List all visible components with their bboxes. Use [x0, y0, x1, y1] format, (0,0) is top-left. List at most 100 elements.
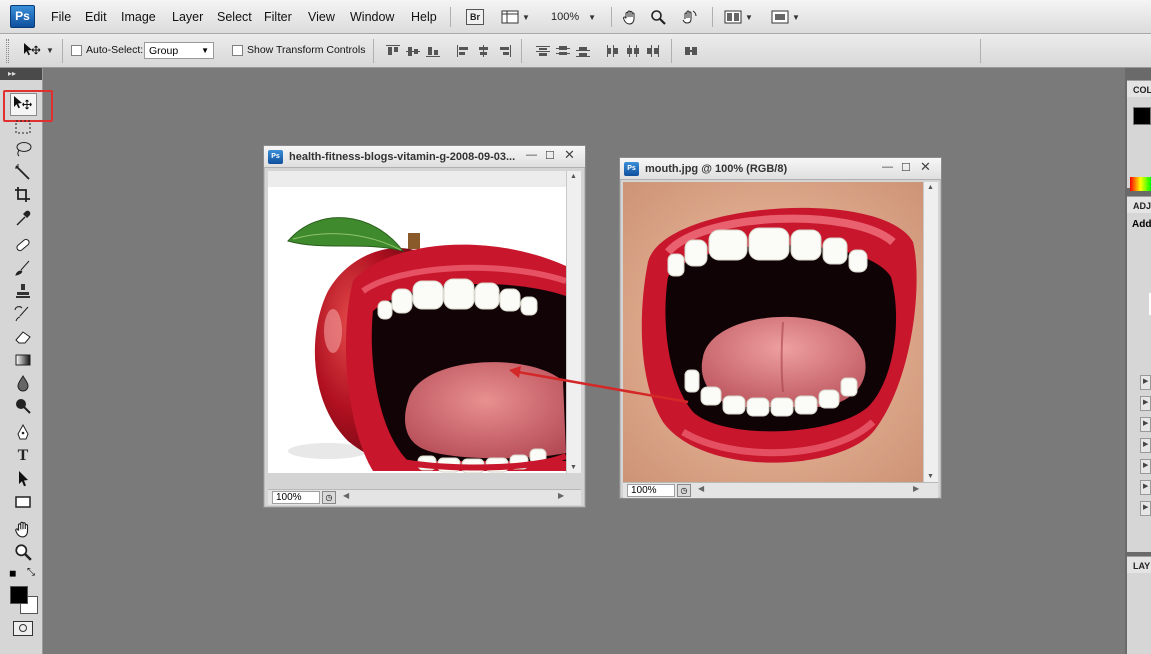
show-transform-controls-checkbox[interactable]: Show Transform Controls: [232, 44, 365, 56]
scroll-left-icon[interactable]: ◀: [698, 484, 704, 493]
collapse-toolbox-icon[interactable]: ▸▸: [0, 68, 42, 80]
crop-icon[interactable]: [12, 186, 34, 206]
adjustment-preset-row[interactable]: [1140, 417, 1151, 432]
move-tool-icon[interactable]: [12, 94, 34, 114]
zoom-level-dropdown[interactable]: 100% ▼: [551, 8, 596, 26]
adjustment-preset-row[interactable]: [1140, 438, 1151, 453]
document-canvas[interactable]: [623, 182, 923, 482]
auto-select-checkbox[interactable]: Auto-Select:: [71, 44, 143, 56]
menu-edit[interactable]: Edit: [85, 10, 107, 24]
color-ramp[interactable]: [1130, 177, 1151, 191]
distribute-top-edges-icon[interactable]: [536, 45, 550, 57]
minimize-icon[interactable]: —: [882, 161, 893, 173]
menu-file[interactable]: File: [51, 10, 71, 24]
layers-panel-tab[interactable]: LAY: [1127, 557, 1151, 573]
extras-button[interactable]: ▼: [501, 8, 530, 26]
healing-brush-icon[interactable]: [12, 236, 34, 256]
arrange-documents-button[interactable]: ▼: [724, 8, 753, 26]
align-top-edges-icon[interactable]: [386, 45, 400, 57]
marquee-icon[interactable]: [12, 118, 34, 138]
menu-view[interactable]: View: [308, 10, 335, 24]
photoshop-logo[interactable]: Ps: [10, 5, 35, 28]
color-panel-foreground-swatch[interactable]: [1133, 107, 1151, 125]
quick-mask-icon[interactable]: [13, 621, 33, 636]
zoom-field[interactable]: 100%: [272, 491, 320, 504]
adjustment-preset-row[interactable]: [1140, 501, 1151, 516]
checkbox-box[interactable]: [232, 44, 243, 56]
eyedropper-icon[interactable]: [12, 209, 34, 229]
menu-select[interactable]: Select: [217, 10, 252, 24]
bridge-button[interactable]: Br: [466, 8, 484, 26]
zoom-field[interactable]: 100%: [627, 484, 675, 497]
magic-wand-icon[interactable]: [12, 163, 34, 183]
hand-icon[interactable]: [12, 520, 34, 540]
maximize-icon[interactable]: ☐: [545, 149, 555, 162]
document-title-bar[interactable]: Ps mouth.jpg @ 100% (RGB/8) — ☐ ✕: [620, 158, 941, 180]
menu-help[interactable]: Help: [411, 10, 437, 24]
path-selection-icon[interactable]: [12, 470, 34, 490]
vertical-scrollbar[interactable]: ▲ ▼: [923, 182, 938, 482]
menu-window[interactable]: Window: [350, 10, 394, 24]
distribute-bottom-edges-icon[interactable]: [576, 45, 590, 57]
scroll-up-icon[interactable]: ▲: [927, 184, 934, 191]
align-horizontal-centers-icon[interactable]: [477, 45, 491, 57]
brush-icon[interactable]: [12, 259, 34, 279]
scroll-right-icon[interactable]: ▶: [558, 491, 564, 500]
close-icon[interactable]: ✕: [564, 147, 575, 163]
distribute-left-edges-icon[interactable]: [606, 45, 620, 57]
scroll-right-icon[interactable]: ▶: [913, 484, 919, 493]
scroll-down-icon[interactable]: ▼: [927, 473, 934, 480]
maximize-icon[interactable]: ☐: [901, 161, 911, 174]
swap-colors-icon[interactable]: ⤡: [27, 567, 35, 578]
align-vertical-centers-icon[interactable]: [406, 45, 420, 57]
auto-align-layers-icon[interactable]: [684, 45, 698, 57]
align-right-edges-icon[interactable]: [497, 45, 511, 57]
foreground-color-swatch[interactable]: [10, 586, 28, 604]
scroll-left-icon[interactable]: ◀: [343, 491, 349, 500]
type-icon[interactable]: T: [12, 447, 34, 467]
rotate-view-button[interactable]: [680, 8, 698, 26]
align-left-edges-icon[interactable]: [457, 45, 471, 57]
zoom-icon[interactable]: [12, 543, 34, 563]
document-window-apple[interactable]: Ps health-fitness-blogs-vitamin-g-2008-0…: [263, 145, 586, 508]
adjustments-panel-tab[interactable]: ADJ: [1127, 197, 1151, 213]
color-panel-tab[interactable]: COL: [1127, 81, 1151, 97]
adjustment-preset-row[interactable]: [1140, 480, 1151, 495]
menu-layer[interactable]: Layer: [172, 10, 203, 24]
checkbox-box[interactable]: [71, 44, 82, 56]
distribute-horizontal-centers-icon[interactable]: [626, 45, 640, 57]
document-title-bar[interactable]: Ps health-fitness-blogs-vitamin-g-2008-0…: [264, 146, 585, 168]
tool-preset-picker[interactable]: ▼: [22, 42, 54, 58]
status-info-icon[interactable]: ◷: [677, 484, 691, 497]
menu-image[interactable]: Image: [121, 10, 156, 24]
adjustment-preset-row[interactable]: [1140, 396, 1151, 411]
adjustment-preset-row[interactable]: [1140, 459, 1151, 474]
menu-filter[interactable]: Filter: [264, 10, 292, 24]
vertical-scrollbar[interactable]: ▲ ▼: [566, 171, 581, 473]
options-grip[interactable]: [6, 39, 9, 63]
eraser-icon[interactable]: [12, 328, 34, 348]
blur-drop-icon[interactable]: [12, 374, 34, 394]
screen-mode-button[interactable]: ▼: [771, 8, 800, 26]
dodge-icon[interactable]: [12, 397, 34, 417]
gradient-icon[interactable]: [12, 351, 34, 371]
distribute-vertical-centers-icon[interactable]: [556, 45, 570, 57]
adjustment-preset-row[interactable]: [1140, 375, 1151, 390]
minimize-icon[interactable]: —: [526, 149, 537, 161]
default-colors-icon[interactable]: ◼: [9, 568, 16, 579]
auto-select-dropdown[interactable]: Group ▼: [144, 42, 214, 59]
distribute-right-edges-icon[interactable]: [646, 45, 660, 57]
rectangle-shape-icon[interactable]: [12, 493, 34, 513]
pen-icon[interactable]: [12, 423, 34, 444]
history-brush-icon[interactable]: [12, 305, 34, 325]
document-canvas[interactable]: [268, 171, 566, 473]
scroll-up-icon[interactable]: ▲: [570, 173, 577, 180]
clone-stamp-icon[interactable]: [12, 282, 34, 302]
zoom-tool-button[interactable]: [650, 8, 666, 26]
align-bottom-edges-icon[interactable]: [426, 45, 440, 57]
document-window-mouth[interactable]: Ps mouth.jpg @ 100% (RGB/8) — ☐ ✕ ▲ ▼ 10…: [619, 157, 942, 499]
lasso-icon[interactable]: [12, 140, 34, 160]
hand-tool-button[interactable]: [622, 8, 638, 26]
close-icon[interactable]: ✕: [920, 159, 931, 175]
status-info-icon[interactable]: ◷: [322, 491, 336, 504]
